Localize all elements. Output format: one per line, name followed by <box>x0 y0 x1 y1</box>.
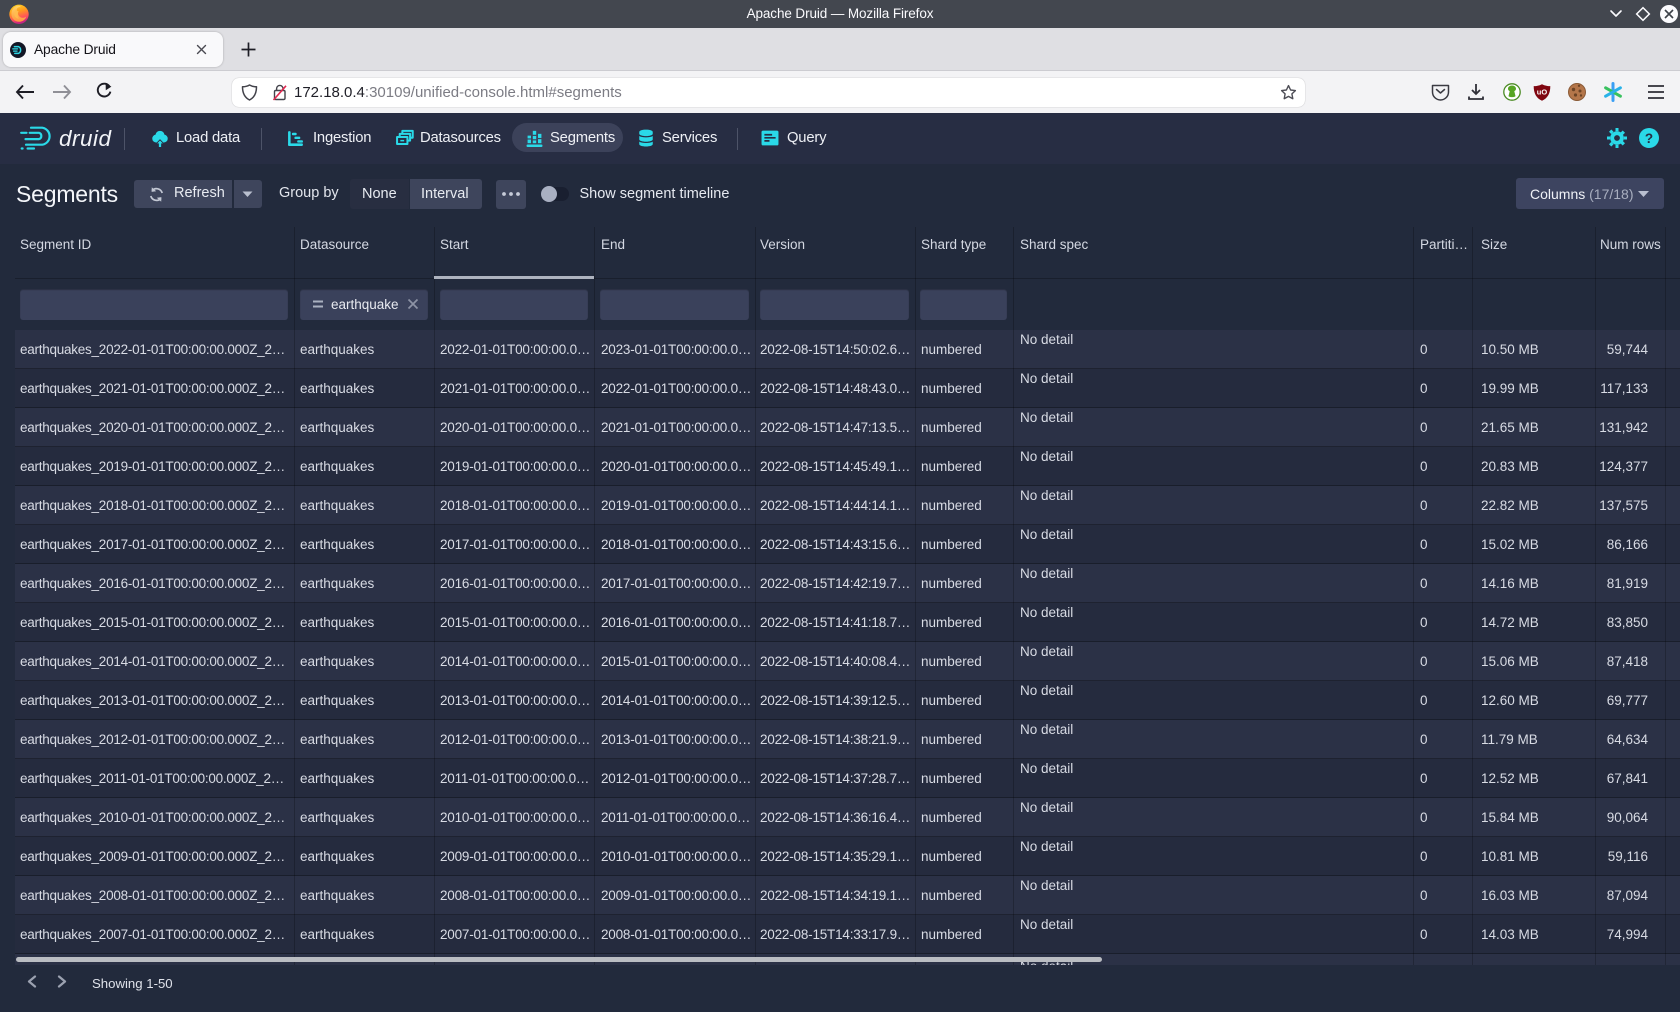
svg-text:?: ? <box>1645 131 1653 146</box>
svg-text:uO: uO <box>1537 88 1548 97</box>
